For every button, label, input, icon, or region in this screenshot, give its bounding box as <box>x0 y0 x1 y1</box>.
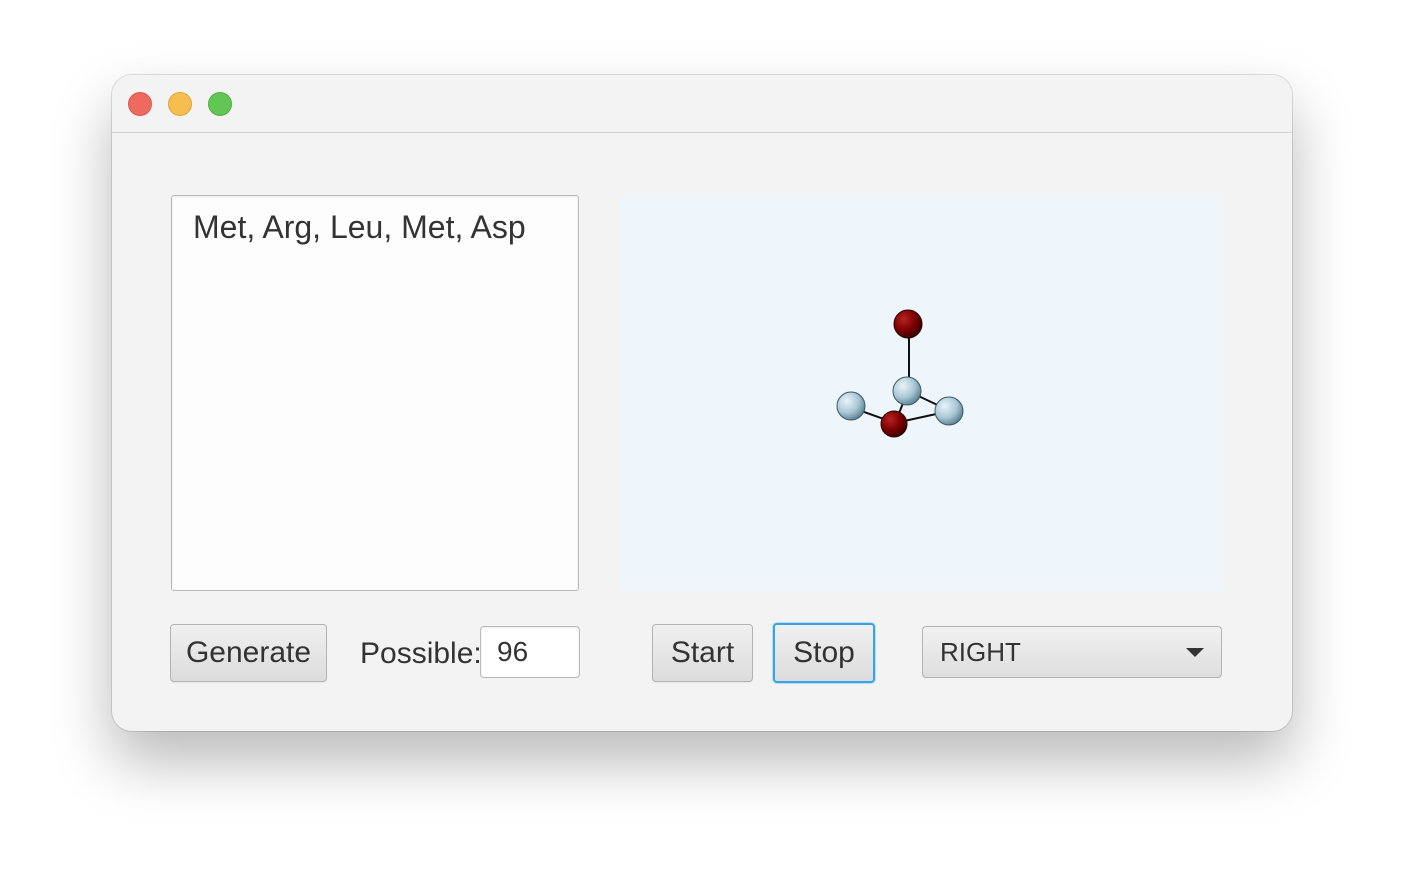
title-bar[interactable] <box>112 75 1292 133</box>
possible-count-field[interactable]: 96 <box>480 626 580 678</box>
close-window-icon[interactable] <box>128 92 152 116</box>
direction-dropdown[interactable]: RIGHT <box>922 626 1222 678</box>
zoom-window-icon[interactable] <box>208 92 232 116</box>
atom-light-blue <box>836 391 866 421</box>
minimize-window-icon[interactable] <box>168 92 192 116</box>
atom-dark-red <box>893 309 923 339</box>
atom-light-blue <box>892 376 922 406</box>
molecule-viewer[interactable] <box>620 195 1224 591</box>
chevron-down-icon <box>1186 648 1204 657</box>
direction-selected-value: RIGHT <box>940 636 1021 667</box>
molecule-canvas <box>836 309 964 438</box>
atom-light-blue <box>934 396 964 426</box>
generate-button[interactable]: Generate <box>170 624 327 682</box>
sequence-text: Met, Arg, Leu, Met, Asp <box>193 209 526 245</box>
stop-button[interactable]: Stop <box>773 623 875 683</box>
sequence-text-area[interactable]: Met, Arg, Leu, Met, Asp <box>171 195 579 591</box>
app-window: Met, Arg, Leu, Met, Asp Generate Possibl… <box>112 75 1292 731</box>
start-button[interactable]: Start <box>652 624 753 682</box>
possible-label: Possible: <box>360 637 482 670</box>
atom-dark-red <box>880 410 908 438</box>
